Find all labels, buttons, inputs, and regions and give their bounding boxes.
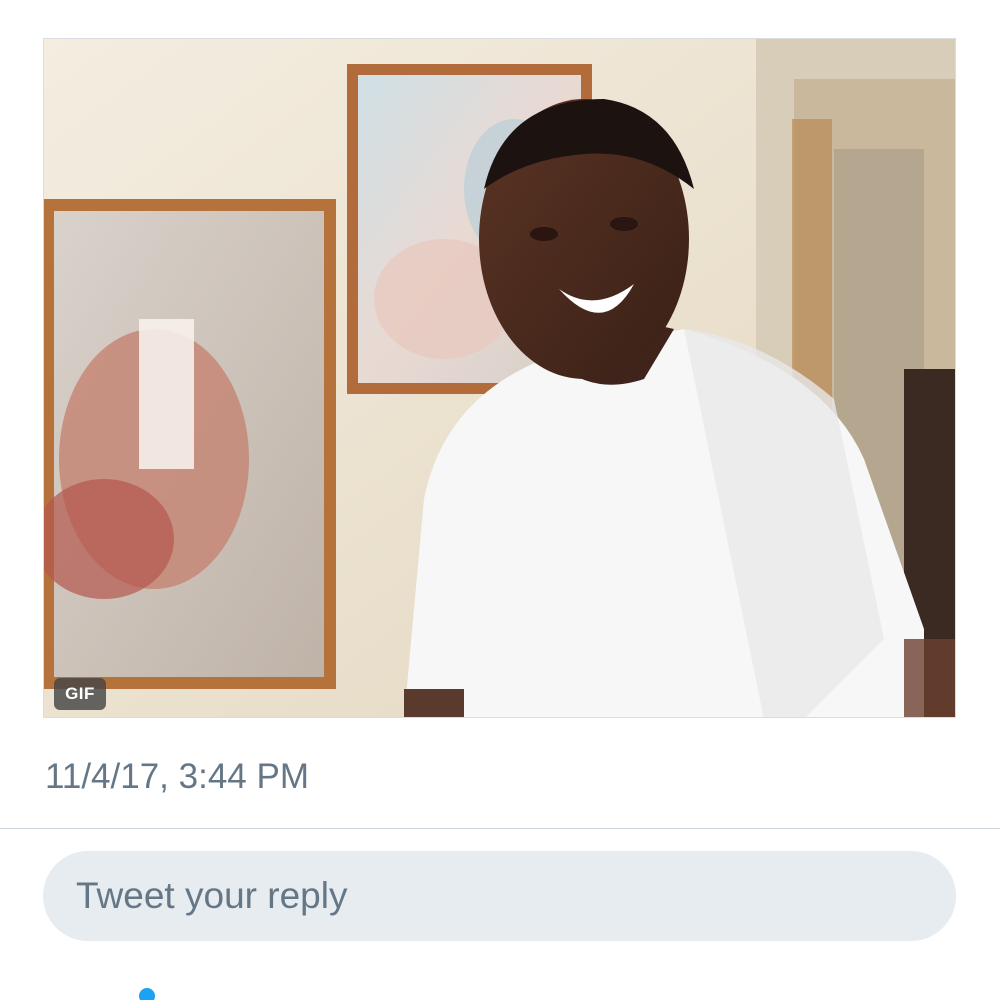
unread-indicator-dot: [139, 988, 155, 1000]
tweet-gif-media[interactable]: GIF: [43, 38, 956, 718]
tweet-timestamp[interactable]: 11/4/17, 3:44 PM: [45, 755, 309, 799]
tweet-detail-screen: GIF 11/4/17, 3:44 PM: [0, 0, 1000, 1000]
reply-compose-box[interactable]: [43, 851, 956, 941]
gif-image: [44, 39, 955, 717]
gif-badge: GIF: [54, 678, 106, 710]
reply-input[interactable]: [76, 866, 916, 926]
section-divider: [0, 828, 1000, 829]
